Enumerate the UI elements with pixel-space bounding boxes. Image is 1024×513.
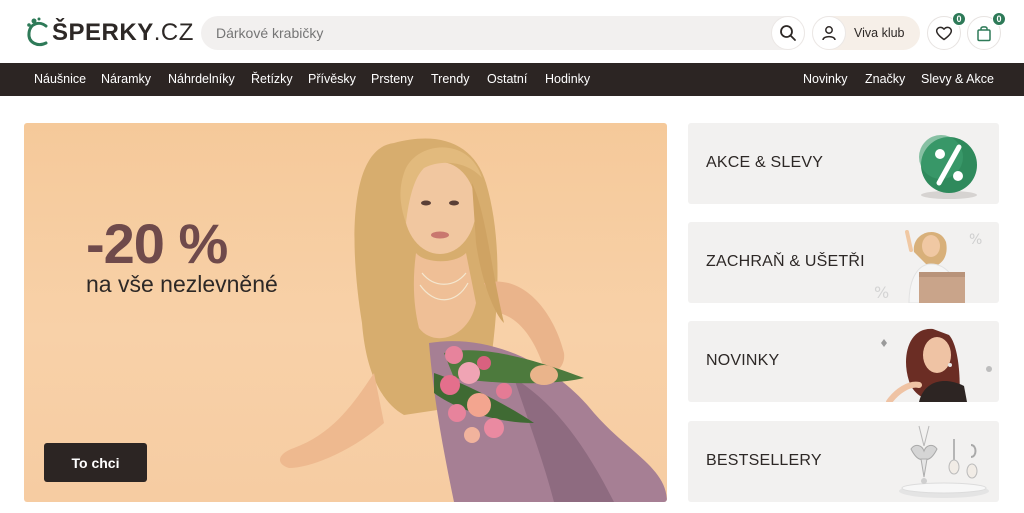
wishlist-button[interactable]: 0: [927, 12, 966, 50]
svg-text:%: %: [969, 232, 982, 248]
tile-novinky-label: NOVINKY: [706, 352, 780, 369]
tile-zachran-usetri-label: ZACHRAŇ & UŠETŘI: [706, 253, 865, 270]
nav-item-privesky[interactable]: Přívěsky: [308, 72, 356, 86]
user-account-button[interactable]: [812, 16, 846, 50]
search-icon: [780, 25, 796, 41]
main-navigation: Náušnice Náramky Náhrdelníky Řetízky Pří…: [0, 63, 1024, 96]
cart-count-badge: 0: [992, 12, 1006, 26]
nav-item-novinky[interactable]: Novinky: [803, 72, 847, 86]
nav-item-naramky[interactable]: Náramky: [101, 72, 151, 86]
site-header: ŠPERKY.CZ Viva klub 0 0: [0, 0, 1024, 63]
tile-zachran-usetri[interactable]: ZACHRAŇ & UŠETŘI % %: [688, 222, 999, 303]
nav-item-nahrdelniky[interactable]: Náhrdelníky: [168, 72, 235, 86]
jewelry-display-image: [899, 425, 989, 498]
hero-subtitle: na vše nezlevněné: [86, 271, 278, 297]
logo-text: ŠPERKY.CZ: [52, 19, 194, 47]
viva-club-button[interactable]: Viva klub: [812, 16, 920, 50]
search-input[interactable]: [216, 16, 756, 50]
woman-with-jewelry-image: [881, 328, 992, 402]
tile-novinky[interactable]: NOVINKY: [688, 321, 999, 402]
viva-club-label: Viva klub: [854, 26, 905, 40]
tile-bestsellery[interactable]: BESTSELLERY: [688, 421, 999, 502]
logo-main-text: ŠPERKY: [52, 19, 154, 46]
user-icon: [822, 26, 836, 41]
nav-item-slevy-akce[interactable]: Slevy & Akce: [921, 72, 994, 86]
logo-suffix-text: .CZ: [153, 19, 194, 46]
tile-akce-slevy[interactable]: AKCE & SLEVY: [688, 123, 999, 204]
hero-cta-button[interactable]: To chci: [44, 443, 147, 482]
nav-item-znacky[interactable]: Značky: [865, 72, 905, 86]
heart-icon: [935, 26, 953, 41]
hero-banner[interactable]: -20 % na vše nezlevněné To chci: [24, 123, 667, 502]
tile-bestsellery-label: BESTSELLERY: [706, 452, 822, 469]
nav-item-hodinky[interactable]: Hodinky: [545, 72, 590, 86]
cart-button[interactable]: 0: [967, 12, 1006, 50]
percent-badge-icon: [919, 135, 977, 199]
hero-model-photo: [279, 138, 667, 502]
woman-with-box-image: % %: [874, 230, 982, 303]
tile-akce-slevy-label: AKCE & SLEVY: [706, 154, 824, 171]
site-logo[interactable]: ŠPERKY.CZ: [26, 16, 194, 50]
shopping-bag-icon: [977, 26, 991, 42]
nav-item-prsteny[interactable]: Prsteny: [371, 72, 413, 86]
nav-item-nausnice[interactable]: Náušnice: [34, 72, 86, 86]
nav-item-trendy[interactable]: Trendy: [431, 72, 469, 86]
search-bar: [201, 16, 805, 50]
svg-text:%: %: [874, 283, 889, 302]
nav-item-ostatni[interactable]: Ostatní: [487, 72, 527, 86]
search-button[interactable]: [771, 16, 805, 50]
logo-sprout-icon: [27, 17, 48, 47]
hero-discount-text: -20 %: [86, 212, 228, 275]
wishlist-count-badge: 0: [952, 12, 966, 26]
nav-item-retizky[interactable]: Řetízky: [251, 72, 293, 86]
